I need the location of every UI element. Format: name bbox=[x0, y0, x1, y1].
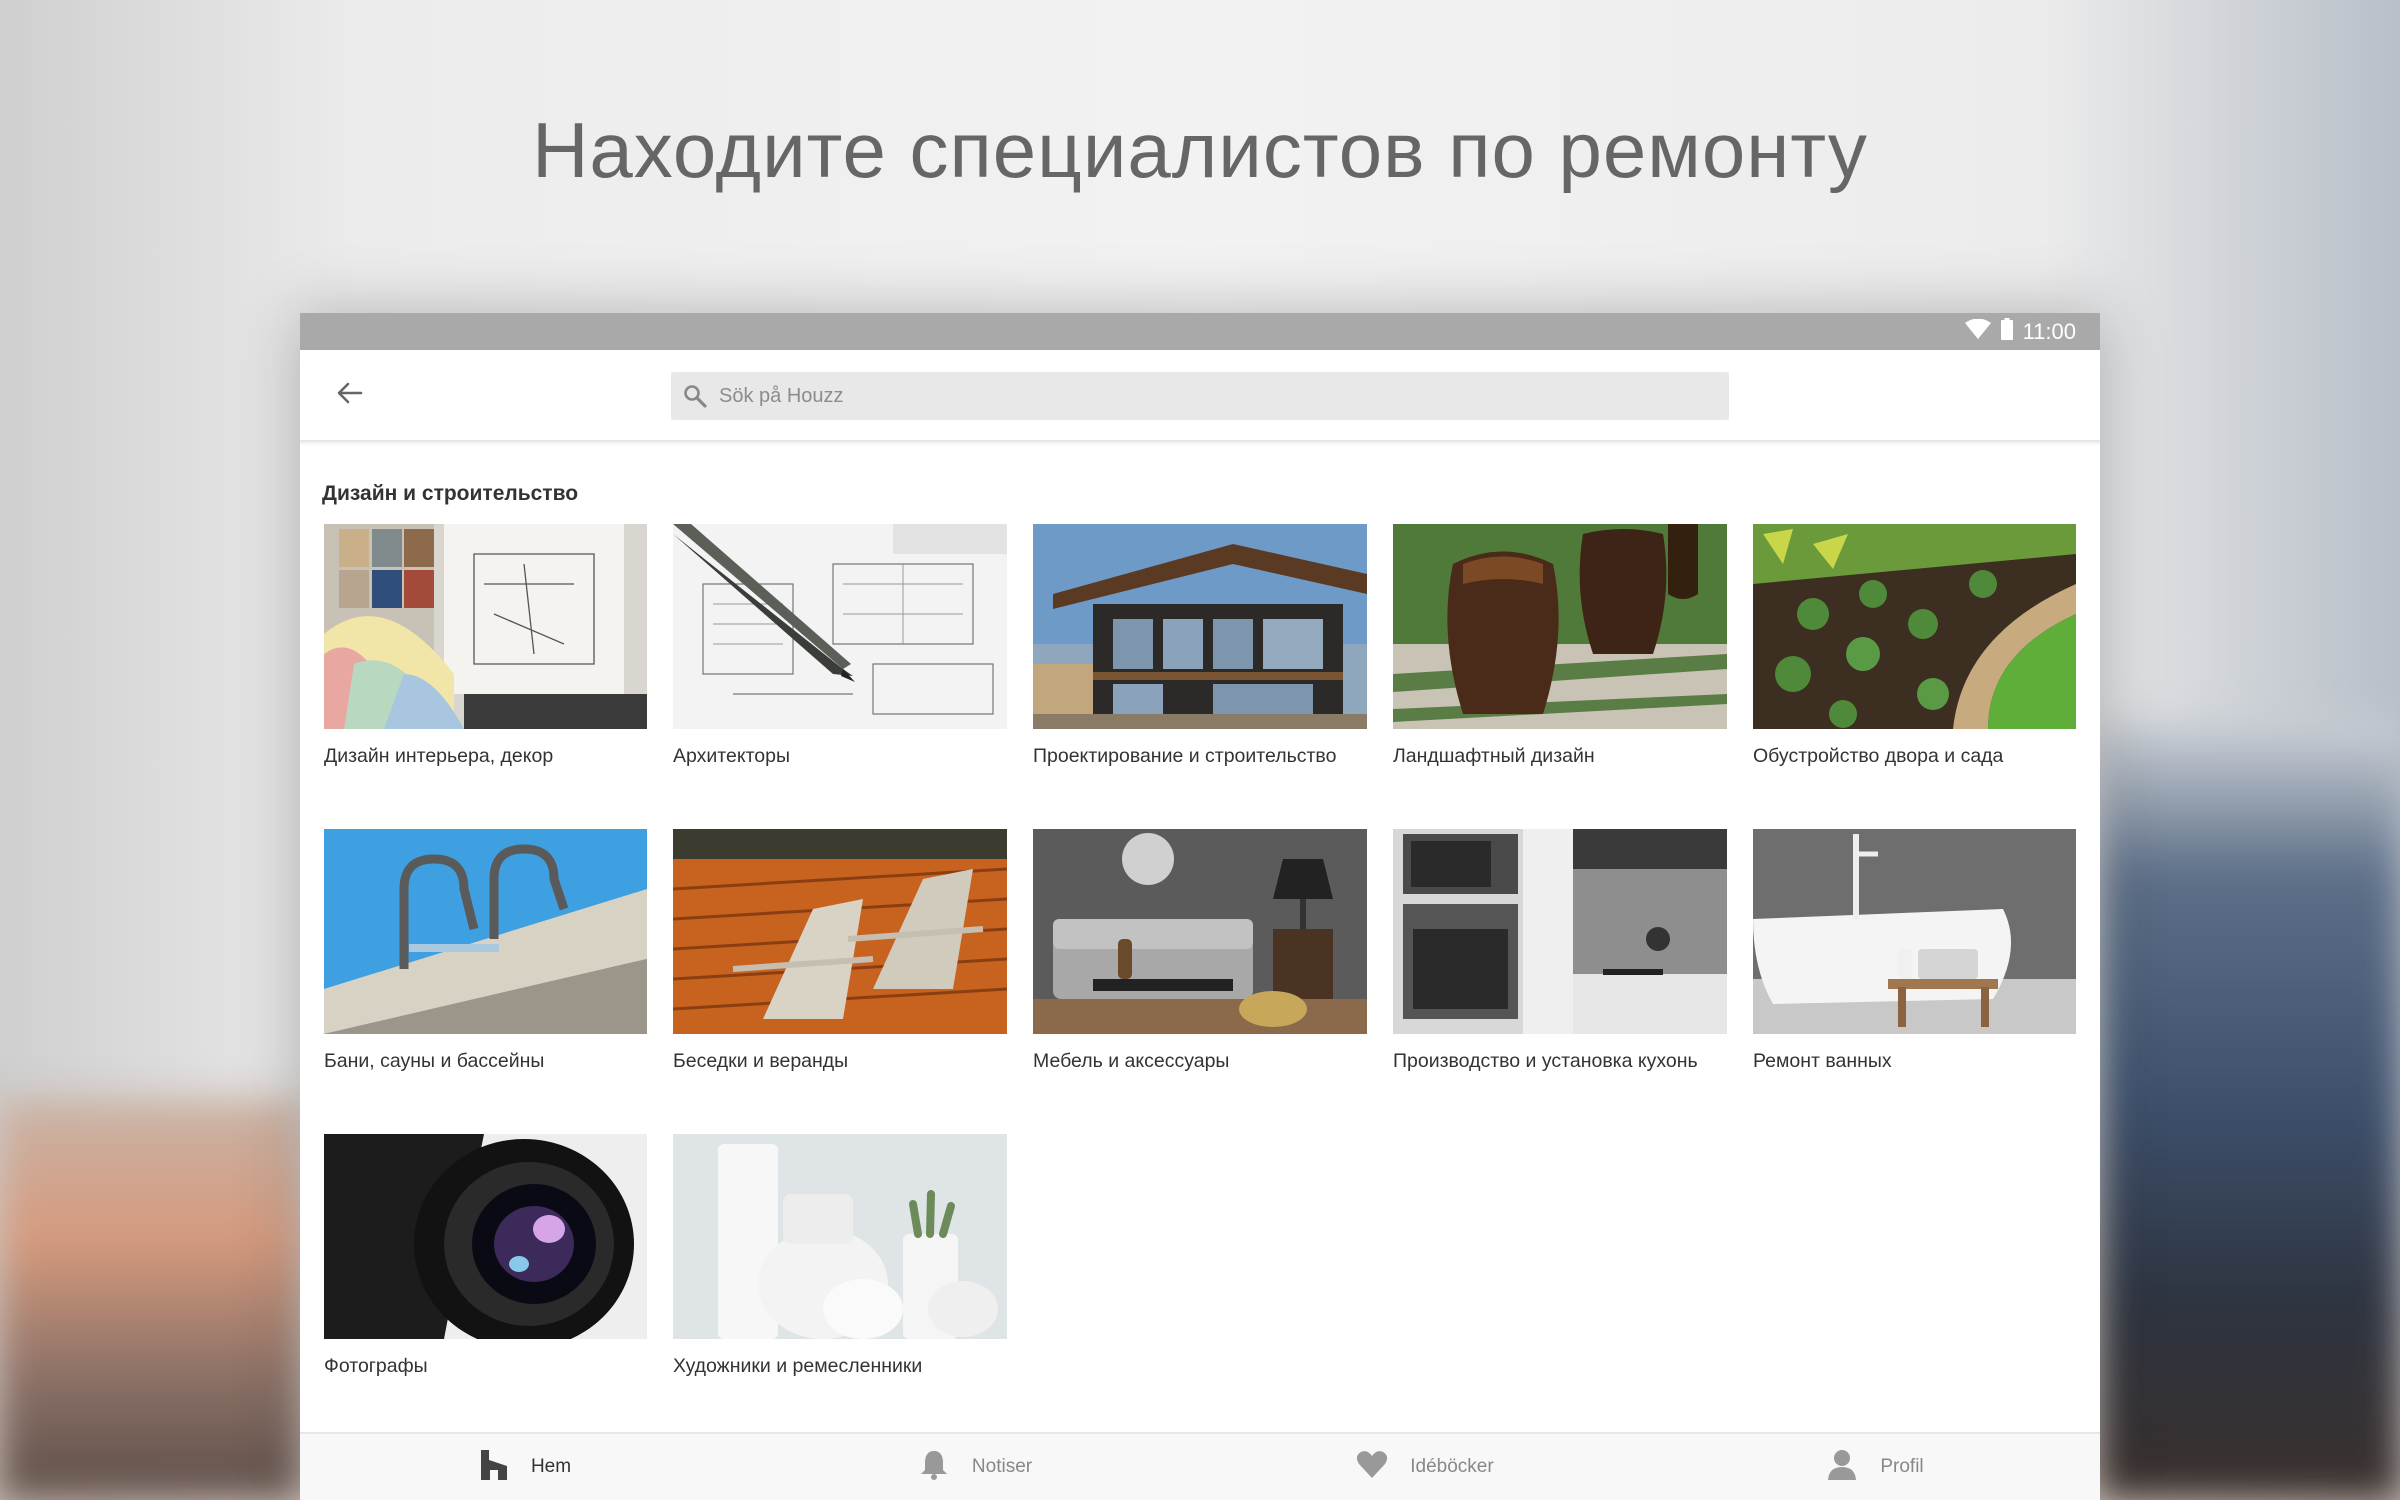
furniture-image bbox=[1033, 829, 1367, 1034]
category-card-furniture[interactable]: Мебель и аксессуары bbox=[1033, 829, 1367, 1134]
nav-item-profile[interactable]: Profil bbox=[1650, 1434, 2100, 1500]
app-bar bbox=[300, 350, 2100, 442]
design-build-image bbox=[1033, 524, 1367, 729]
status-bar: 11:00 bbox=[300, 313, 2100, 350]
category-label: Художники и ремесленники bbox=[673, 1355, 923, 1377]
category-label: Бани, сауны и бассейны bbox=[324, 1050, 545, 1072]
bathrooms-image bbox=[1753, 829, 2076, 1034]
status-icons: 11:00 bbox=[1964, 313, 2076, 350]
bell-icon bbox=[918, 1448, 950, 1486]
back-button[interactable] bbox=[330, 378, 370, 412]
category-card-pools-saunas[interactable]: Бани, сауны и бассейны bbox=[324, 829, 647, 1134]
category-label: Дизайн интерьера, декор bbox=[324, 745, 554, 767]
heart-icon bbox=[1356, 1449, 1388, 1485]
nav-label: Notiser bbox=[971, 1456, 1033, 1477]
category-card-artists-artisans[interactable]: Художники и ремесленники bbox=[673, 1134, 1007, 1439]
category-card-photographers[interactable]: Фотографы bbox=[324, 1134, 647, 1439]
architects-image bbox=[673, 524, 1007, 729]
nav-item-notifications[interactable]: Notiser bbox=[750, 1434, 1200, 1500]
category-card-architects[interactable]: Архитекторы bbox=[673, 524, 1007, 829]
home-icon bbox=[479, 1448, 509, 1486]
category-label: Обустройство двора и сада bbox=[1753, 745, 2004, 767]
search-bar[interactable] bbox=[671, 372, 1729, 420]
category-card-landscape-design[interactable]: Ландшафтный дизайн bbox=[1393, 524, 1727, 829]
category-card-kitchens[interactable]: Производство и установка кухонь bbox=[1393, 829, 1727, 1134]
battery-icon bbox=[2000, 317, 2013, 346]
category-card-yard-garden[interactable]: Обустройство двора и сада bbox=[1753, 524, 2076, 829]
category-label: Архитекторы bbox=[673, 745, 790, 767]
nav-label: Idéböcker bbox=[1410, 1456, 1494, 1477]
category-label: Ландшафтный дизайн bbox=[1393, 745, 1595, 767]
wifi-icon bbox=[1964, 318, 1991, 345]
category-label: Производство и установка кухонь bbox=[1393, 1050, 1698, 1072]
landscape-design-image bbox=[1393, 524, 1727, 729]
gazebos-verandas-image bbox=[673, 829, 1007, 1034]
search-icon bbox=[683, 383, 709, 409]
promo-headline: Находите специалистов по ремонту bbox=[532, 106, 1868, 194]
nav-label: Profil bbox=[1880, 1456, 1924, 1477]
category-card-design-build[interactable]: Проектирование и строительство bbox=[1033, 524, 1367, 829]
bottom-navigation: Hem Notiser Idéböcker Profil bbox=[300, 1432, 2100, 1500]
tablet-screen: 11:00 Дизайн и строительство bbox=[300, 313, 2100, 1500]
category-label: Проектирование и строительство bbox=[1033, 745, 1337, 767]
category-label: Мебель и аксессуары bbox=[1033, 1050, 1230, 1072]
photographers-image bbox=[324, 1134, 647, 1339]
interior-design-image bbox=[324, 524, 647, 729]
category-card-bathrooms[interactable]: Ремонт ванных bbox=[1753, 829, 2076, 1134]
profile-icon bbox=[1826, 1448, 1858, 1486]
nav-label: Hem bbox=[530, 1456, 572, 1477]
nav-item-ideabooks[interactable]: Idéböcker bbox=[1200, 1434, 1650, 1500]
artists-artisans-image bbox=[673, 1134, 1007, 1339]
yard-garden-image bbox=[1753, 524, 2076, 729]
category-grid: Дизайн интерьера, декор Архитекторы Прое… bbox=[324, 524, 2084, 1439]
category-card-gazebos-verandas[interactable]: Беседки и веранды bbox=[673, 829, 1007, 1134]
clock: 11:00 bbox=[2022, 318, 2076, 344]
nav-item-home[interactable]: Hem bbox=[300, 1434, 750, 1500]
background-blur-left bbox=[0, 1100, 300, 1500]
category-label: Беседки и веранды bbox=[673, 1050, 849, 1072]
search-input[interactable] bbox=[717, 383, 1681, 409]
pools-saunas-image bbox=[324, 829, 647, 1034]
section-title: Дизайн и строительство bbox=[322, 482, 579, 505]
category-label: Ремонт ванных bbox=[1753, 1050, 1892, 1072]
background-blur-right bbox=[2100, 720, 2400, 1500]
kitchens-image bbox=[1393, 829, 1727, 1034]
category-label: Фотографы bbox=[324, 1355, 428, 1377]
content-area: Дизайн и строительство Дизайн интерьера,… bbox=[300, 442, 2100, 1434]
category-card-interior-design[interactable]: Дизайн интерьера, декор bbox=[324, 524, 647, 829]
back-arrow-icon bbox=[337, 382, 363, 409]
